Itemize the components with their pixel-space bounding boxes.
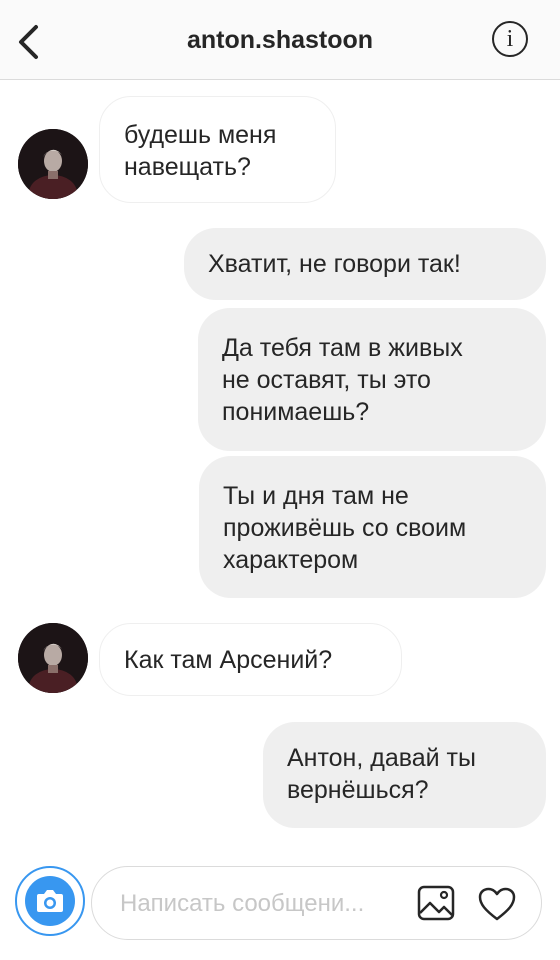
message-input-placeholder[interactable]: Написать сообщени...: [120, 890, 410, 918]
avatar[interactable]: [18, 623, 88, 693]
message-input[interactable]: Написать сообщени...: [91, 866, 542, 940]
camera-icon: [25, 876, 75, 926]
message-text-line: будешь меня: [124, 121, 277, 149]
message-text-line: понимаешь?: [222, 398, 370, 426]
message-bubble-outgoing[interactable]: Хватит, не говори так!: [184, 228, 546, 300]
message-text-line: характером: [223, 546, 359, 574]
message-text-line: не оставят, ты это: [222, 366, 431, 394]
info-icon: i: [506, 26, 514, 52]
chat-username[interactable]: anton.shastoon: [0, 26, 560, 55]
chat-header: anton.shastoon i: [0, 0, 560, 80]
message-text-line: проживёшь со своим: [223, 514, 467, 542]
message-bubble-incoming[interactable]: Как там Арсений?: [99, 623, 402, 696]
message-text-line: Ты и дня там не: [223, 482, 409, 510]
message-bubble-outgoing[interactable]: Да тебя там в живых не оставят, ты это п…: [198, 308, 546, 451]
message-text-line: Да тебя там в живых: [222, 334, 463, 362]
heart-icon: [478, 887, 516, 921]
message-text-line: Хватит, не говори так!: [208, 250, 461, 278]
message-text-line: навещать?: [124, 153, 251, 181]
avatar[interactable]: [18, 129, 88, 199]
gallery-icon: [417, 885, 455, 921]
info-button[interactable]: i: [492, 21, 528, 57]
camera-button[interactable]: [15, 866, 85, 936]
heart-button[interactable]: [477, 886, 517, 922]
gallery-button[interactable]: [417, 885, 455, 921]
message-bubble-outgoing[interactable]: Ты и дня там не проживёшь со своим харак…: [199, 456, 546, 598]
message-text-line: вернёшься?: [287, 776, 429, 804]
message-text-line: Как там Арсений?: [124, 646, 333, 674]
message-bubble-outgoing[interactable]: Антон, давай ты вернёшься?: [263, 722, 546, 828]
message-text-line: Антон, давай ты: [287, 744, 476, 772]
message-bubble-incoming[interactable]: будешь меня навещать?: [99, 96, 336, 203]
